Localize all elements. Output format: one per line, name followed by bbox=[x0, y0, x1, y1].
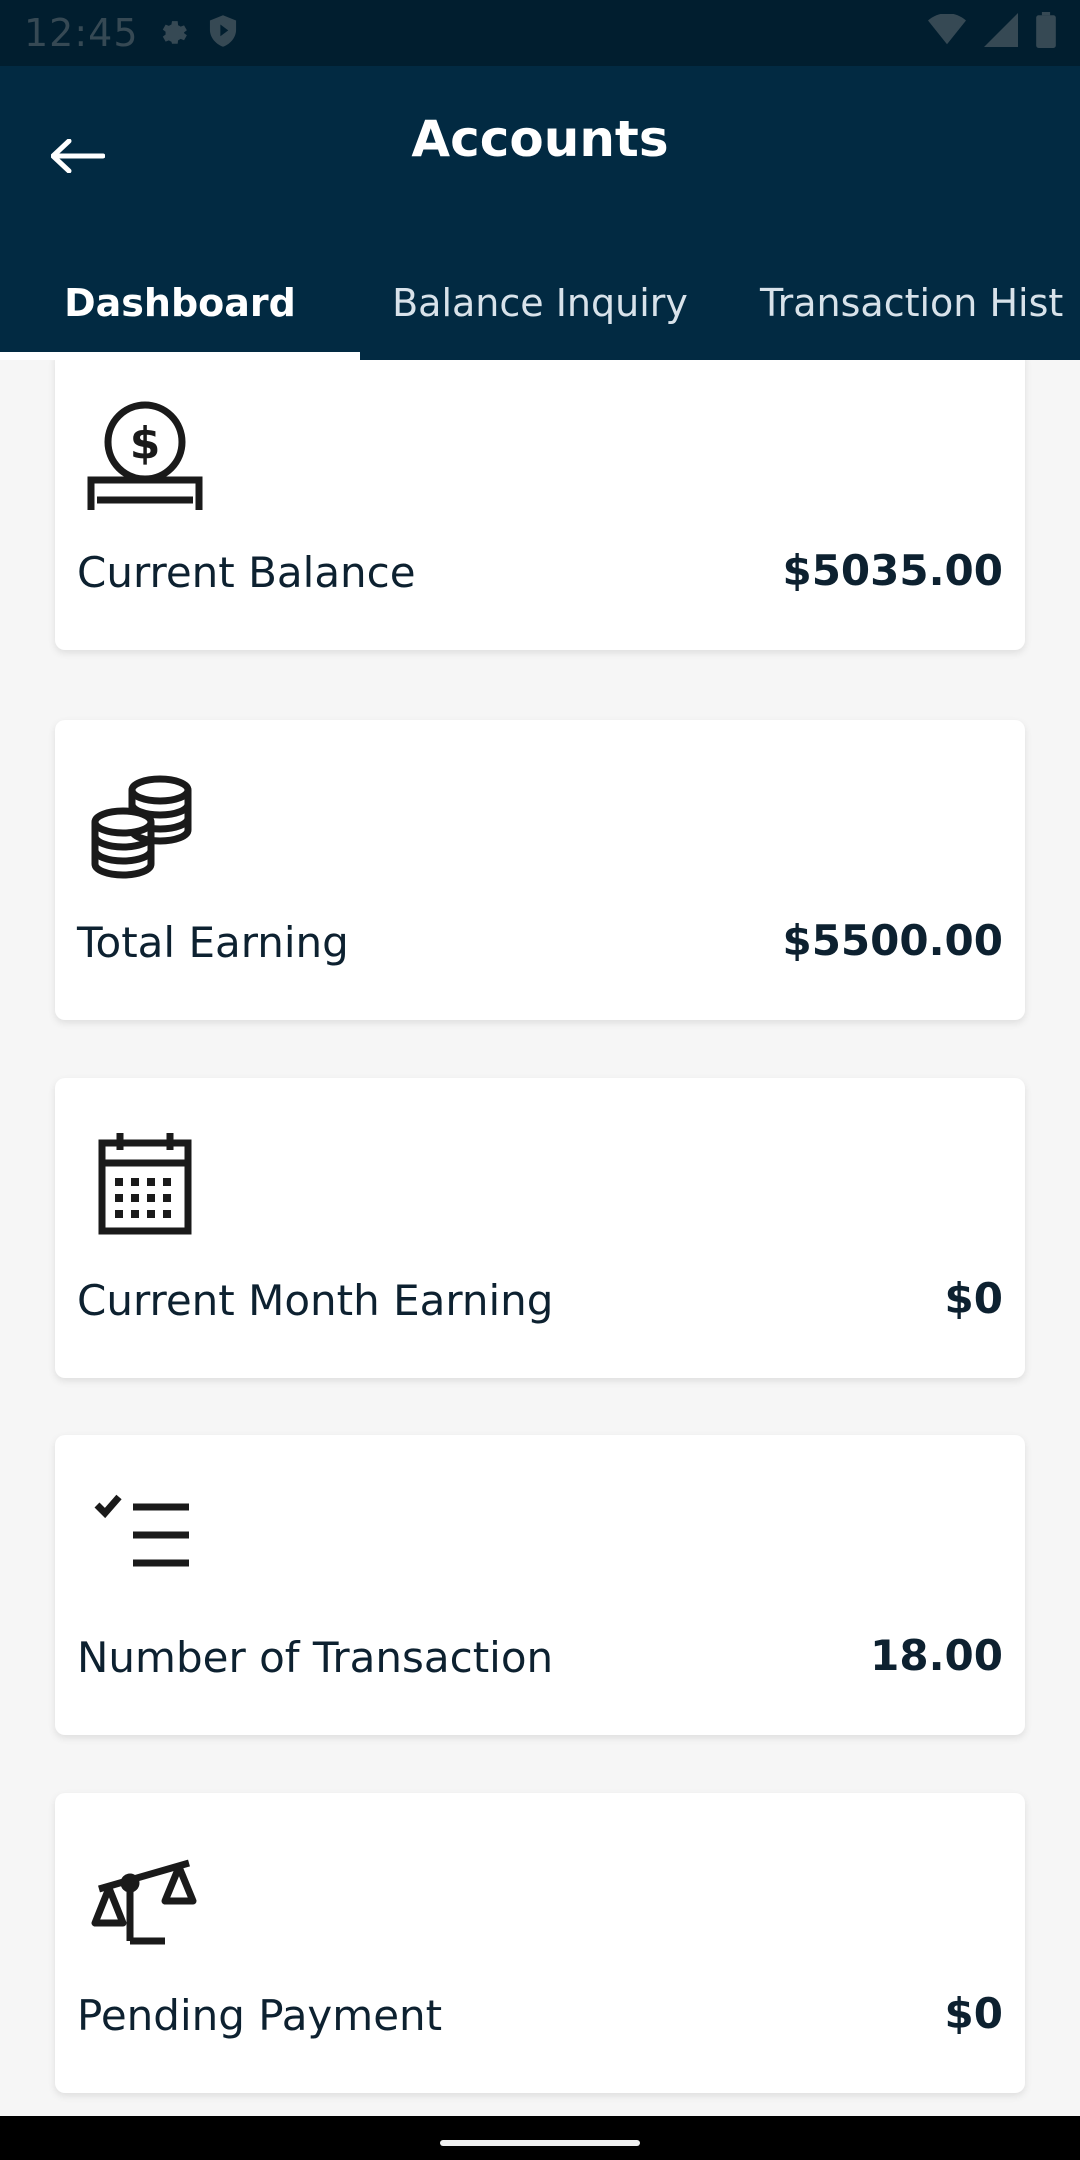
money-hand-icon: $ bbox=[85, 400, 205, 510]
status-time: 12:45 bbox=[24, 11, 139, 55]
calendar-icon bbox=[85, 1128, 205, 1238]
home-indicator[interactable] bbox=[440, 2140, 640, 2146]
page-title: Accounts bbox=[411, 110, 669, 168]
total-earning-value: $5500.00 bbox=[782, 916, 1003, 965]
svg-text:$: $ bbox=[130, 418, 161, 469]
tab-dashboard[interactable]: Dashboard bbox=[0, 246, 360, 360]
current-month-earning-card[interactable]: Current Month Earning $0 bbox=[55, 1078, 1025, 1378]
number-of-transaction-card[interactable]: Number of Transaction 18.00 bbox=[55, 1435, 1025, 1735]
tab-balance-inquiry[interactable]: Balance Inquiry bbox=[360, 246, 720, 360]
navigation-bar bbox=[0, 2116, 1080, 2160]
total-earning-card[interactable]: Total Earning $5500.00 bbox=[55, 720, 1025, 1020]
battery-icon bbox=[1036, 12, 1056, 53]
shield-icon bbox=[207, 14, 239, 53]
app-bar: Accounts Dashboard Balance Inquiry Trans… bbox=[0, 66, 1080, 360]
dashboard-content: $ Current Balance $5035.00 Total Earning… bbox=[0, 360, 1080, 2116]
coins-stack-icon bbox=[85, 770, 205, 880]
pending-payment-label: Pending Payment bbox=[77, 1991, 443, 2040]
current-month-earning-label: Current Month Earning bbox=[77, 1276, 554, 1325]
pending-payment-value: $0 bbox=[944, 1989, 1003, 2038]
number-of-transaction-label: Number of Transaction bbox=[77, 1633, 554, 1682]
status-bar: 12:45 bbox=[0, 0, 1080, 66]
wifi-icon bbox=[928, 13, 966, 51]
number-of-transaction-value: 18.00 bbox=[870, 1631, 1003, 1680]
current-month-earning-value: $0 bbox=[944, 1274, 1003, 1323]
scales-icon bbox=[85, 1843, 205, 1953]
current-balance-label: Current Balance bbox=[77, 548, 416, 597]
pending-payment-card[interactable]: Pending Payment $0 bbox=[55, 1793, 1025, 2093]
tab-transaction-history[interactable]: Transaction Hist bbox=[720, 246, 1080, 360]
current-balance-card[interactable]: $ Current Balance $5035.00 bbox=[55, 360, 1025, 650]
signal-icon bbox=[984, 13, 1018, 52]
settings-icon bbox=[155, 14, 189, 53]
total-earning-label: Total Earning bbox=[77, 918, 349, 967]
tab-bar: Dashboard Balance Inquiry Transaction Hi… bbox=[0, 246, 1080, 360]
checklist-icon bbox=[85, 1485, 205, 1595]
current-balance-value: $5035.00 bbox=[782, 546, 1003, 595]
